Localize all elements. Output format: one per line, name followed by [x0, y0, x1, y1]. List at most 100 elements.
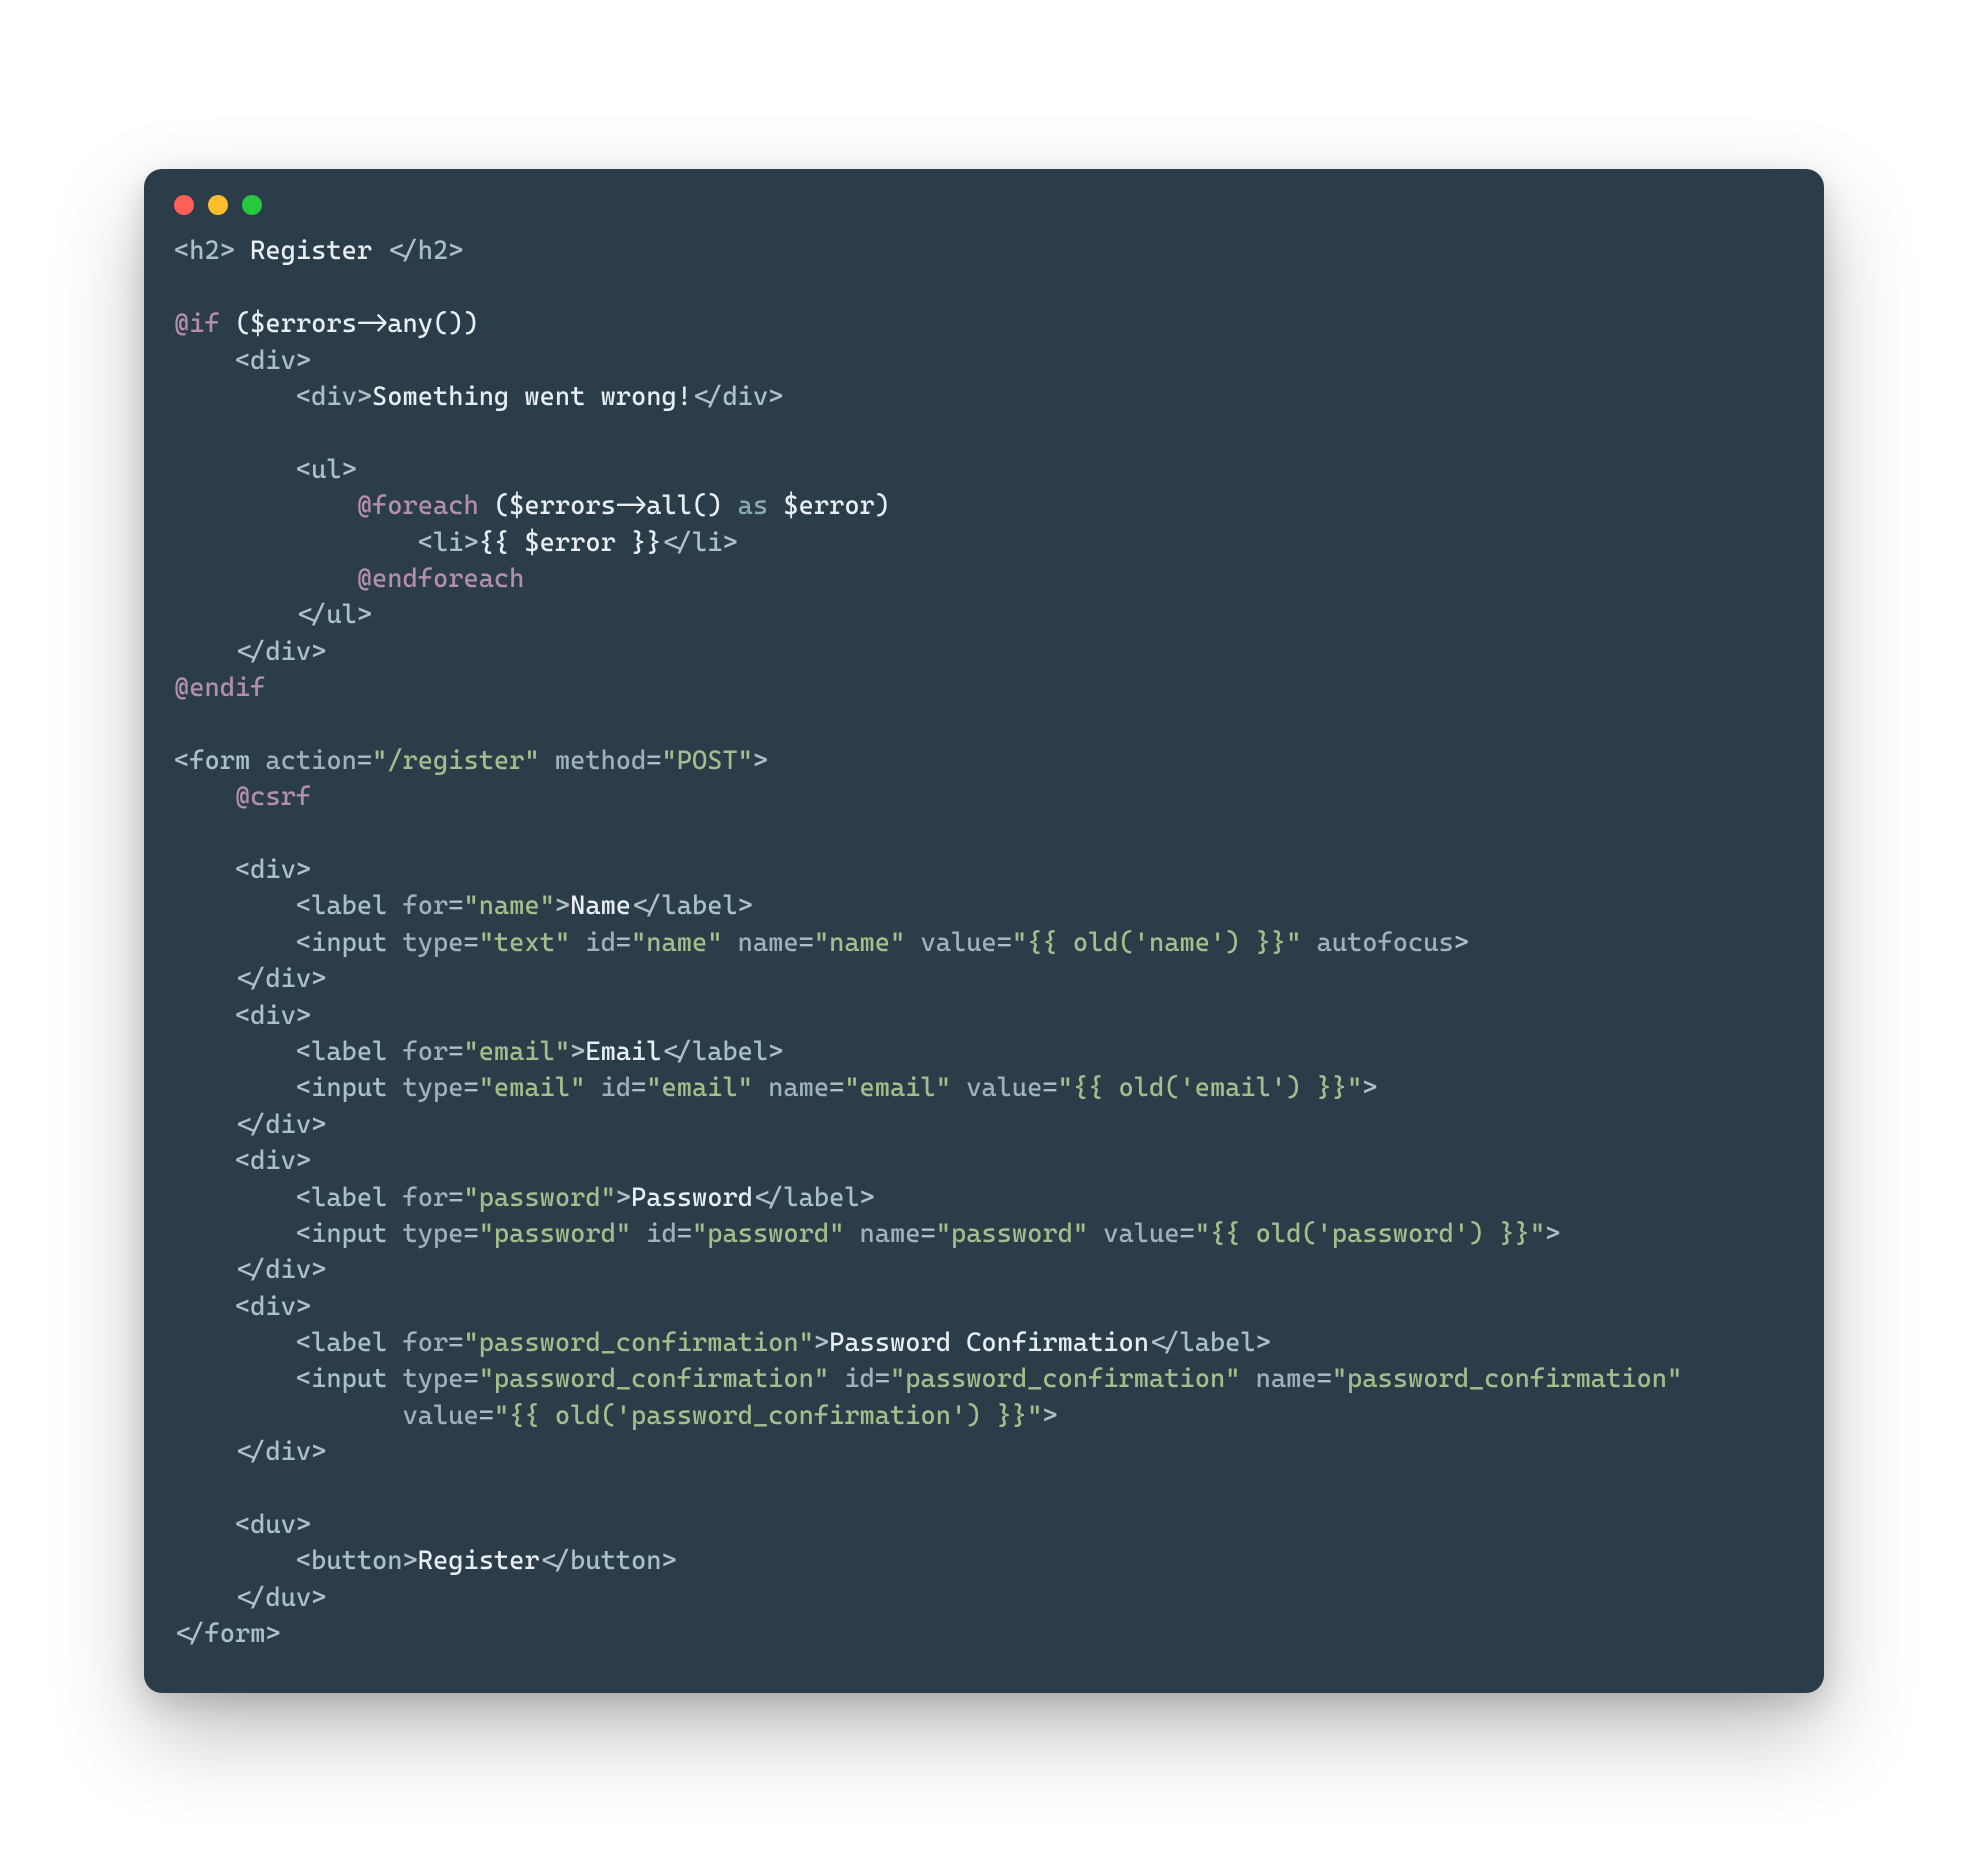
- code-token: <: [418, 528, 433, 558]
- code-token: <: [296, 1219, 311, 1249]
- code-token: div: [250, 1146, 296, 1176]
- code-token: "password": [479, 1219, 631, 1249]
- code-token: @endif: [174, 673, 265, 703]
- code-token: [844, 1219, 859, 1249]
- code-token: "name": [631, 928, 722, 958]
- code-token: label: [1179, 1328, 1255, 1358]
- code-token: [1240, 1364, 1255, 1394]
- code-token: >: [1042, 1401, 1057, 1431]
- code-token: [905, 928, 920, 958]
- code-token: "password_confirmation": [463, 1328, 813, 1358]
- code-token: >: [448, 236, 463, 266]
- code-token: "{{ old('name') }}": [1012, 928, 1301, 958]
- code-token: >: [1256, 1328, 1271, 1358]
- code-token: [585, 1073, 600, 1103]
- code-token: Register: [418, 1546, 540, 1576]
- code-line: <li>{{ $error }}</li>: [174, 525, 1794, 561]
- code-token: =: [448, 891, 463, 921]
- code-token: </: [662, 1037, 692, 1067]
- code-token: </: [662, 528, 692, 558]
- code-token: input: [311, 928, 387, 958]
- code-token: [1088, 1219, 1103, 1249]
- code-token: [387, 1073, 402, 1103]
- code-token: as: [738, 491, 768, 521]
- code-token: Name: [570, 891, 631, 921]
- code-line: </div>: [174, 1107, 1794, 1143]
- code-line: <input type="email" id="email" name="ema…: [174, 1070, 1794, 1106]
- code-token: >: [296, 1292, 311, 1322]
- code-line: value="{{ old('password_confirmation') }…: [174, 1398, 1794, 1434]
- code-token: duv: [265, 1583, 311, 1613]
- code-token: [951, 1073, 966, 1103]
- code-token: >: [265, 1619, 280, 1649]
- code-token: id: [646, 1219, 676, 1249]
- code-token: >: [616, 1183, 631, 1213]
- code-token: <: [235, 1146, 250, 1176]
- code-token: >: [296, 1510, 311, 1540]
- code-token: @endforeach: [357, 564, 525, 594]
- code-token: label: [311, 1183, 387, 1213]
- code-line: [174, 706, 1794, 742]
- close-icon[interactable]: [174, 195, 194, 215]
- code-token: div: [265, 637, 311, 667]
- code-token: >: [1545, 1219, 1560, 1249]
- code-token: <: [296, 455, 311, 485]
- code-token: button: [570, 1546, 661, 1576]
- code-token: </: [235, 1437, 265, 1467]
- code-token: [250, 746, 265, 776]
- minimize-icon[interactable]: [208, 195, 228, 215]
- code-token: <: [174, 746, 189, 776]
- code-line: <ul>: [174, 452, 1794, 488]
- code-token: [387, 1183, 402, 1213]
- code-token: "password": [936, 1219, 1088, 1249]
- code-line: @csrf: [174, 779, 1794, 815]
- code-line: <div>: [174, 343, 1794, 379]
- code-token: div: [265, 1437, 311, 1467]
- code-token: label: [662, 891, 738, 921]
- code-token: <: [296, 1183, 311, 1213]
- code-token: "name": [814, 928, 905, 958]
- code-token: [387, 1037, 402, 1067]
- code-token: [753, 1073, 768, 1103]
- code-token: div: [265, 1255, 311, 1285]
- code-token: [387, 891, 402, 921]
- code-token: h2: [189, 236, 219, 266]
- code-token: =: [463, 1364, 478, 1394]
- code-token: form: [204, 1619, 265, 1649]
- code-token: >: [296, 346, 311, 376]
- code-token: >: [357, 382, 372, 412]
- code-token: label: [783, 1183, 859, 1213]
- code-token: type: [403, 1073, 464, 1103]
- code-line: </duv>: [174, 1580, 1794, 1616]
- code-token: </: [692, 382, 722, 412]
- code-token: @foreach: [357, 491, 479, 521]
- code-token: div: [250, 1292, 296, 1322]
- code-token: >: [768, 1037, 783, 1067]
- code-token: for: [403, 891, 449, 921]
- code-line: <duv>: [174, 1507, 1794, 1543]
- code-token: =: [677, 1219, 692, 1249]
- code-token: "name": [463, 891, 554, 921]
- code-token: =: [1317, 1364, 1332, 1394]
- code-token: =: [1042, 1073, 1057, 1103]
- code-token: >: [311, 1583, 326, 1613]
- code-token: =: [357, 746, 372, 776]
- maximize-icon[interactable]: [242, 195, 262, 215]
- code-token: type: [403, 928, 464, 958]
- code-line: <div>Something went wrong!</div>: [174, 379, 1794, 415]
- code-token: =: [479, 1401, 494, 1431]
- code-token: =: [799, 928, 814, 958]
- code-token: =: [463, 928, 478, 958]
- code-token: >: [311, 964, 326, 994]
- code-token: =: [463, 1073, 478, 1103]
- code-token: >: [722, 528, 737, 558]
- code-token: div: [722, 382, 768, 412]
- code-token: label: [311, 1328, 387, 1358]
- code-line: <div>: [174, 852, 1794, 888]
- code-token: <: [296, 1037, 311, 1067]
- code-token: button: [311, 1546, 402, 1576]
- code-token: >: [296, 1001, 311, 1031]
- code-line: <input type="text" id="name" name="name"…: [174, 925, 1794, 961]
- code-token: "/register": [372, 746, 540, 776]
- code-token: id: [844, 1364, 874, 1394]
